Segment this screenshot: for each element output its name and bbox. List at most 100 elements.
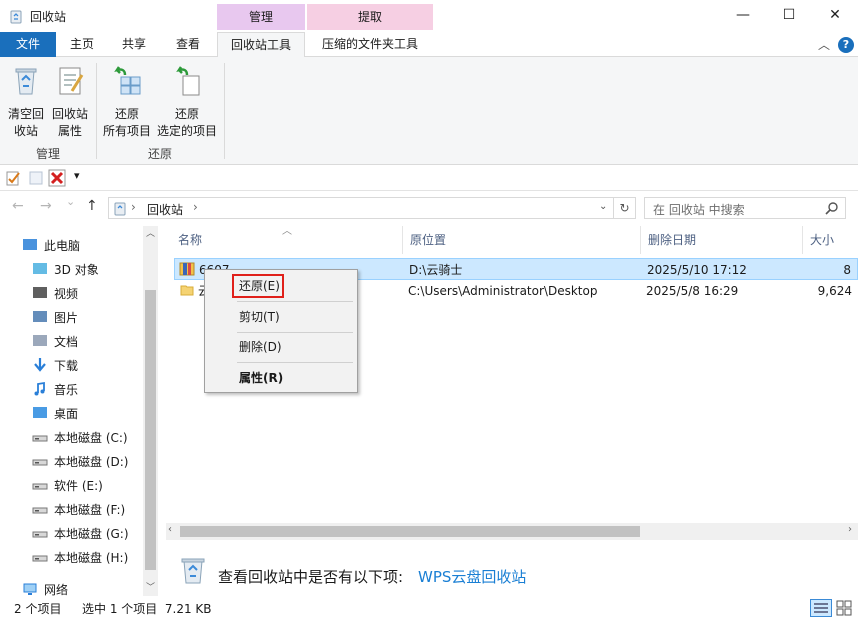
breadcrumb-chevron[interactable]: ›	[131, 200, 136, 214]
menu-item-label: 属性(R)	[239, 371, 284, 385]
sidebar-item-label: 文档	[54, 334, 79, 349]
navigation-pane: 此电脑 3D 对象视频图片文档下载 音乐桌面本地磁盘 (C:) 本地磁盘 (D:) 软件…	[0, 226, 158, 597]
sidebar-item[interactable]: 桌面	[32, 402, 78, 424]
sidebar-item[interactable]: 本地磁盘 (C:)	[32, 426, 128, 448]
group-label-manage: 管理	[35, 147, 60, 161]
sidebar-item-label: 3D 对象	[54, 262, 99, 277]
sidebar-item[interactable]: 软件 (E:)	[32, 474, 103, 496]
sidebar-item[interactable]: 本地磁盘 (G:)	[32, 522, 129, 544]
column-header-date-deleted[interactable]: 删除日期	[642, 226, 802, 254]
picture-icon	[32, 309, 48, 325]
original-location: C:\Users\Administrator\Desktop	[408, 284, 598, 298]
breadcrumb[interactable]: 回收站	[147, 201, 183, 218]
sidebar-scroll-thumb[interactable]	[145, 290, 156, 570]
help-icon[interactable]: ?	[838, 36, 854, 53]
search-input[interactable]: 在 回收站 中搜索	[644, 197, 846, 219]
sidebar-item[interactable]: 下载	[32, 354, 78, 376]
restore-all-button[interactable]: 还原 所有项目	[100, 65, 154, 140]
close-button[interactable]: ✕	[812, 0, 858, 30]
tab-recycle-bin-tools[interactable]: 回收站工具	[217, 32, 305, 58]
window-title: 回收站	[30, 10, 67, 24]
breadcrumb-chevron[interactable]: ›	[193, 200, 198, 214]
restore-selected-label-2: 选定的项目	[156, 124, 217, 138]
empty-recycle-bin-icon	[15, 68, 37, 95]
address-history-dropdown-icon[interactable]: ⌄	[599, 201, 607, 212]
drive-c-icon	[32, 429, 48, 445]
column-divider[interactable]	[402, 226, 403, 254]
minimize-button[interactable]: —	[720, 0, 766, 30]
sidebar-item[interactable]: 图片	[32, 306, 78, 328]
address-bar[interactable]: › 回收站 › ⌄	[108, 197, 614, 219]
tab-home[interactable]: 主页	[56, 32, 108, 57]
tab-compressed-folder-tools[interactable]: 压缩的文件夹工具	[307, 32, 433, 57]
tab-file[interactable]: 文件	[0, 32, 56, 57]
wps-banner: 查看回收站中是否有以下项: WPS云盘回收站	[166, 548, 858, 598]
large-icons-view-icon[interactable]	[836, 600, 852, 616]
context-menu: 还原(E) 剪切(T) 删除(D) 属性(R)	[204, 269, 358, 393]
drive-icon	[32, 453, 48, 469]
back-button[interactable]: ←	[12, 198, 24, 214]
restore-selected-button[interactable]: 还原 选定的项目	[154, 65, 220, 140]
customize-toolbar-dropdown[interactable]: ▾	[74, 169, 80, 182]
restore-selected-icon	[176, 66, 200, 96]
menu-item-label: 删除(D)	[239, 340, 282, 354]
horizontal-scroll-thumb[interactable]	[180, 526, 640, 537]
wps-cloud-link[interactable]: WPS云盘回收站	[418, 566, 526, 587]
empty-recycle-bin-button[interactable]: 清空回 收站	[4, 65, 48, 140]
sidebar-item[interactable]: 本地磁盘 (D:)	[32, 450, 128, 472]
new-folder-icon[interactable]	[28, 170, 44, 186]
scroll-up-icon[interactable]: ︿	[146, 226, 155, 239]
sidebar-item[interactable]: 音乐	[32, 378, 78, 400]
drive-icon	[32, 525, 48, 541]
refresh-button[interactable]: ↻	[614, 197, 636, 219]
column-header-location[interactable]: 原位置	[404, 226, 640, 254]
sidebar-item-label: 本地磁盘 (F:)	[54, 502, 126, 517]
details-view-icon[interactable]	[810, 599, 832, 617]
sidebar-item[interactable]: 此电脑	[22, 234, 80, 256]
context-tab-extract: 提取	[307, 4, 433, 30]
drive-icon	[32, 477, 48, 493]
column-divider[interactable]	[802, 226, 803, 254]
sidebar-item[interactable]: 本地磁盘 (H:)	[32, 546, 128, 568]
date-deleted: 2025/5/8 16:29	[646, 284, 739, 298]
column-divider[interactable]	[640, 226, 641, 254]
tab-view[interactable]: 查看	[160, 32, 216, 57]
menu-separator	[237, 332, 353, 333]
recycle-bin-properties-button[interactable]: 回收站 属性	[48, 65, 92, 140]
menu-item-properties[interactable]: 属性(R)	[207, 366, 355, 390]
column-header-size[interactable]: 大小	[804, 226, 858, 254]
sidebar-item[interactable]: 视频	[32, 282, 78, 304]
sidebar-item-label: 此电脑	[44, 238, 81, 253]
sidebar-item[interactable]: 3D 对象	[32, 258, 99, 280]
column-header-name[interactable]: 名称	[172, 226, 402, 254]
banner-text: 查看回收站中是否有以下项:	[218, 568, 404, 586]
sidebar-item-label: 桌面	[54, 406, 79, 421]
tab-share[interactable]: 共享	[108, 32, 160, 57]
scroll-down-icon[interactable]: ﹀	[146, 580, 155, 593]
recent-locations-button[interactable]: ⌄	[66, 195, 75, 208]
sidebar-item-label: 图片	[54, 310, 79, 325]
ribbon-controls: ︿ ?	[818, 36, 854, 53]
menu-item-cut[interactable]: 剪切(T)	[207, 305, 355, 329]
desktop-icon	[32, 405, 48, 421]
sidebar-item[interactable]: 文档	[32, 330, 78, 352]
up-button[interactable]: ↑	[86, 198, 98, 214]
collapse-ribbon-icon[interactable]: ︿	[818, 36, 830, 53]
scroll-left-icon[interactable]: ‹	[168, 524, 172, 535]
search-icon[interactable]	[825, 201, 839, 215]
original-location: D:\云骑士	[409, 263, 463, 277]
group-label-restore: 还原	[147, 147, 172, 161]
delete-icon[interactable]	[48, 169, 66, 187]
ribbon: 清空回 收站 回收站 属性 管理 还原 所有项目 还原 选定的项目 还原	[0, 57, 858, 165]
title-bar: 回收站 管理 提取 — ☐ ✕	[0, 0, 858, 32]
item-count: 2 个项目	[14, 602, 62, 616]
status-bar: 2 个项目 选中 1 个项目 7.21 KB	[0, 596, 858, 620]
properties-check-icon[interactable]	[6, 170, 22, 186]
sidebar-item[interactable]: 本地磁盘 (F:)	[32, 498, 125, 520]
maximize-button[interactable]: ☐	[766, 0, 812, 30]
forward-button[interactable]: →	[40, 198, 52, 214]
menu-item-delete[interactable]: 删除(D)	[207, 335, 355, 359]
scroll-right-icon[interactable]: ›	[848, 524, 852, 535]
properties-icon	[59, 67, 84, 95]
sidebar-item-label: 本地磁盘 (C:)	[54, 430, 128, 445]
